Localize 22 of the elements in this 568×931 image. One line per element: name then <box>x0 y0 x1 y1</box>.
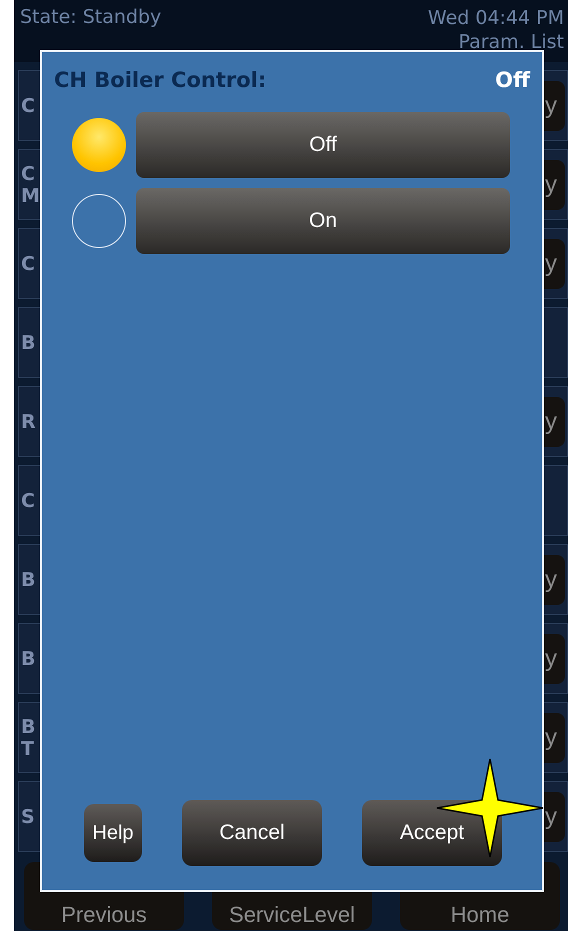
date-time: Wed 04:44 PM <box>428 6 564 30</box>
parameter-label: C <box>21 252 35 274</box>
parameter-label: R <box>21 410 36 432</box>
parameter-label: S <box>21 806 35 828</box>
current-value: Off <box>495 68 530 92</box>
option-button[interactable]: On <box>136 188 510 254</box>
state-label: State: Standby <box>20 6 162 30</box>
screen-title: Param. List <box>458 30 564 54</box>
dialog-button[interactable]: Help <box>84 804 142 862</box>
parameter-label: B <box>21 332 36 354</box>
parameter-label: B <box>21 568 36 590</box>
radio-button[interactable] <box>72 194 126 248</box>
parameter-label: C <box>21 94 35 116</box>
option-button[interactable]: Off <box>136 112 510 178</box>
parameter-label: M <box>21 184 40 206</box>
parameter-label: B <box>21 648 36 670</box>
parameter-label: C <box>21 162 36 184</box>
dialog-button[interactable]: Cancel <box>182 800 322 866</box>
dialog-title: CH Boiler Control: <box>54 68 266 92</box>
parameter-label: C <box>21 490 35 512</box>
parameter-label: B <box>21 716 36 738</box>
parameter-label: T <box>21 738 35 760</box>
